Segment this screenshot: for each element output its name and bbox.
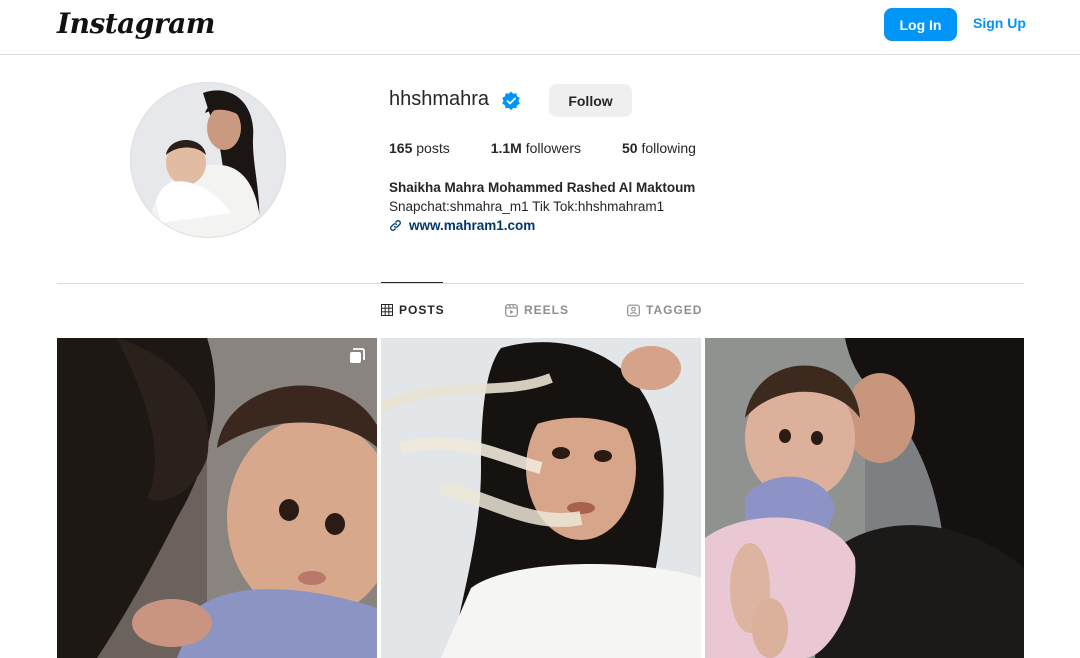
tab-tagged-label: TAGGED <box>646 303 703 317</box>
tab-reels-label: REELS <box>524 303 570 317</box>
tab-reels[interactable]: REELS <box>505 303 569 317</box>
post-photo <box>381 338 701 658</box>
following-label: following <box>641 140 696 156</box>
profile-stats: 165 posts 1.1M followers 50 following <box>389 140 737 156</box>
website-text: www.mahram1.com <box>409 218 536 233</box>
follow-button[interactable]: Follow <box>549 84 632 117</box>
carousel-icon <box>350 348 365 363</box>
tab-tagged[interactable]: TAGGED <box>627 303 702 317</box>
login-button[interactable]: Log In <box>884 8 957 41</box>
stat-posts: 165 posts <box>389 140 450 156</box>
following-count: 50 <box>621 140 638 156</box>
reels-icon <box>505 303 518 317</box>
signup-link[interactable]: Sign Up <box>973 15 1026 31</box>
instagram-logo[interactable]: Instagram <box>57 7 215 40</box>
profile-full-name: Shaikha Mahra Mohammed Rashed Al Maktoum <box>389 180 696 195</box>
grid-icon <box>381 304 393 316</box>
link-icon <box>390 220 401 231</box>
profile-website-link[interactable]: www.mahram1.com <box>389 218 535 233</box>
verified-badge-icon <box>502 91 520 111</box>
post-photo <box>57 338 377 658</box>
posts-count: 165 <box>389 140 413 156</box>
tagged-icon <box>627 304 640 316</box>
followers-label: followers <box>525 140 581 156</box>
tabs-divider <box>57 283 1024 284</box>
followers-count: 1.1M <box>490 140 522 156</box>
profile-username: hhshmahra <box>389 88 490 110</box>
tab-posts-label: POSTS <box>399 303 445 317</box>
post-thumbnail[interactable] <box>705 338 1024 658</box>
post-thumbnail[interactable] <box>57 338 377 658</box>
avatar-photo <box>131 83 285 237</box>
top-nav-bar: Instagram Log In Sign Up <box>0 0 1080 55</box>
post-photo <box>705 338 1024 658</box>
active-tab-indicator <box>381 282 443 283</box>
profile-avatar[interactable] <box>130 82 286 238</box>
post-thumbnail[interactable] <box>381 338 701 658</box>
stat-following[interactable]: 50 following <box>622 140 696 156</box>
profile-bio: Snapchat:shmahra_m1 Tik Tok:hhshmahram1 <box>389 199 665 214</box>
tab-posts[interactable]: POSTS <box>381 303 445 317</box>
posts-label: posts <box>416 140 450 156</box>
stat-followers[interactable]: 1.1M followers <box>491 140 581 156</box>
